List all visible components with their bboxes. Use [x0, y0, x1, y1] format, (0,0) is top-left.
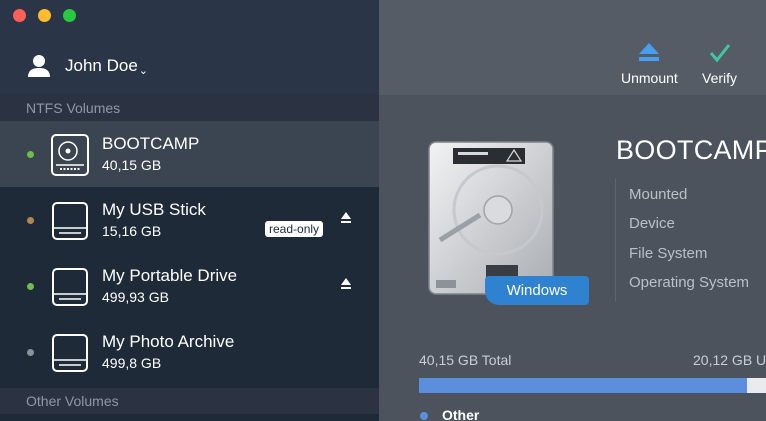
status-dot	[27, 349, 34, 356]
unmount-button[interactable]: Unmount	[621, 40, 678, 86]
status-dot	[27, 283, 34, 290]
unmount-label: Unmount	[621, 70, 678, 86]
info-label-file-system: File System	[629, 245, 708, 262]
section-header-other: Other Volumes	[0, 388, 379, 414]
usage-bar-fill	[419, 378, 747, 393]
info-label-mounted: Mounted	[629, 186, 688, 203]
os-badge: Windows	[485, 276, 589, 305]
usage-bar	[419, 378, 766, 393]
eject-icon[interactable]	[340, 211, 352, 225]
eject-icon	[639, 43, 660, 61]
hard-disk-icon	[51, 134, 89, 176]
volume-size: 40,15 GB	[102, 157, 162, 173]
legend-label: Other	[442, 407, 480, 421]
erase-button[interactable]: E	[758, 40, 766, 86]
toolbar: Unmount Verify E	[379, 0, 766, 95]
volume-size: 499,8 GB	[102, 355, 162, 371]
sidebar-item-photo-archive[interactable]: My Photo Archive 499,8 GB	[0, 319, 379, 385]
volume-title: BOOTCAMP	[616, 135, 766, 165]
close-window-button[interactable]	[13, 9, 26, 22]
sidebar-header: John Doe ⌄	[0, 0, 379, 95]
used-size: 20,12 GB U	[693, 352, 766, 368]
total-size: 40,15 GB Total	[419, 352, 512, 368]
sidebar: John Doe ⌄ NTFS Volumes BOOTCAMP 40,15 G…	[0, 0, 379, 421]
info-label-operating-system: Operating System	[629, 274, 750, 291]
chevron-down-icon: ⌄	[138, 64, 148, 77]
external-drive-icon	[52, 334, 88, 372]
main-panel: Unmount Verify E Windows	[379, 0, 766, 421]
sidebar-item-portable-drive[interactable]: My Portable Drive 499,93 GB	[0, 253, 379, 319]
zoom-window-button[interactable]	[63, 9, 76, 22]
volume-info: Mounted Device File System Operating Sys…	[615, 178, 766, 302]
verify-button[interactable]: Verify	[702, 40, 737, 86]
user-name: John Doe	[65, 56, 138, 75]
eject-icon[interactable]	[340, 277, 352, 291]
status-dot	[27, 151, 34, 158]
sidebar-item-usb-stick[interactable]: My USB Stick 15,16 GB read-only	[0, 187, 379, 253]
volume-name: My Photo Archive	[102, 332, 235, 351]
volume-size: 499,93 GB	[102, 289, 169, 305]
info-label-device: Device	[629, 215, 675, 232]
legend-dot	[420, 412, 428, 420]
checkmark-icon	[709, 44, 730, 63]
volume-name: My Portable Drive	[102, 266, 238, 285]
user-icon	[28, 55, 50, 77]
external-drive-icon	[52, 202, 88, 240]
volume-name: My USB Stick	[102, 200, 206, 219]
section-header-ntfs: NTFS Volumes	[0, 95, 379, 121]
verify-label: Verify	[702, 70, 738, 86]
volume-name: BOOTCAMP	[102, 134, 200, 153]
sidebar-item-bootcamp[interactable]: BOOTCAMP 40,15 GB	[0, 121, 379, 187]
volume-size: 15,16 GB	[102, 223, 162, 239]
status-dot	[27, 217, 34, 224]
user-menu[interactable]: John Doe ⌄	[26, 52, 148, 80]
read-only-badge: read-only	[265, 221, 324, 237]
minimize-window-button[interactable]	[38, 9, 51, 22]
external-drive-icon	[52, 268, 88, 306]
